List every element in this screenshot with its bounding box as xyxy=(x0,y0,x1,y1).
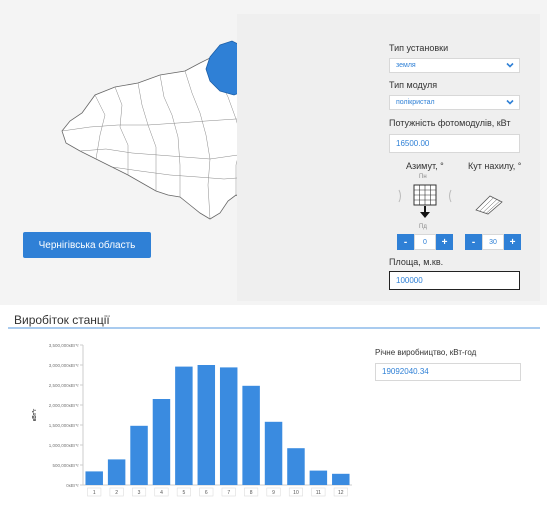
y-tick-label: 3,000,000кВт*г xyxy=(49,363,80,368)
compass-north-label: Пн xyxy=(419,174,427,180)
install-type-value: земля xyxy=(396,62,416,69)
x-tick-label: 4 xyxy=(160,490,163,496)
tilt-plus-button[interactable]: + xyxy=(504,234,521,250)
bar-month-12[interactable] xyxy=(332,473,350,485)
area-input[interactable]: 100000 xyxy=(389,271,520,290)
production-section-title: Виробіток станції xyxy=(14,313,110,327)
annual-production-value[interactable]: 19092040.34 xyxy=(375,363,521,381)
bar-month-7[interactable] xyxy=(219,367,238,485)
chevron-down-icon xyxy=(506,99,514,105)
x-tick-label: 7 xyxy=(227,490,230,496)
x-tick-label: 5 xyxy=(182,490,185,496)
module-type-value: полікристал xyxy=(396,99,435,106)
y-axis-label: кВт*г xyxy=(32,409,38,422)
tilt-label: Кут нахилу, ° xyxy=(468,161,522,171)
power-label: Потужність фотомодулів, кВт xyxy=(389,118,511,128)
y-tick-label: 1,500,000кВт*г xyxy=(49,423,80,428)
bar-month-8[interactable] xyxy=(242,385,260,485)
tilt-value[interactable]: 30 xyxy=(482,234,504,250)
x-tick-label: 12 xyxy=(338,490,344,496)
production-chart: 0кВт*г 500,000кВт*г 1,000,000кВт*г 1,500,00… xyxy=(30,339,355,502)
y-tick-label: 0кВт*г xyxy=(66,483,79,488)
x-tick-label: 9 xyxy=(272,490,275,496)
bar-month-5[interactable] xyxy=(175,366,193,485)
bar-month-2[interactable] xyxy=(107,459,126,485)
bar-month-11[interactable] xyxy=(309,470,328,485)
azimuth-value[interactable]: 0 xyxy=(414,234,436,250)
bar-month-10[interactable] xyxy=(287,448,305,485)
compass-south-label: Пд xyxy=(419,224,427,230)
y-tick-label: 3,500,000кВт*г xyxy=(49,343,80,348)
bar-month-6[interactable] xyxy=(197,365,216,485)
y-tick-label: 2,000,000кВт*г xyxy=(49,403,80,408)
solar-panel-icon xyxy=(398,184,452,218)
install-type-select[interactable]: земля xyxy=(389,58,520,73)
tilted-panel-icon xyxy=(475,195,503,215)
x-tick-label: 10 xyxy=(293,490,299,496)
power-input[interactable]: 16500.00 xyxy=(389,134,520,153)
y-tick-label: 500,000кВт*г xyxy=(52,463,79,468)
module-type-select[interactable]: полікристал xyxy=(389,95,520,110)
tilt-stepper: - 30 + xyxy=(465,234,521,250)
x-tick-label: 8 xyxy=(250,490,253,496)
azimuth-stepper: - 0 + xyxy=(397,234,453,250)
azimuth-compass[interactable]: Пн Пд xyxy=(397,174,453,232)
x-tick-label: 6 xyxy=(205,490,208,496)
bar-month-4[interactable] xyxy=(152,399,171,485)
section-divider xyxy=(8,327,540,329)
y-tick-label: 2,500,000кВт*г xyxy=(49,383,80,388)
x-tick-label: 11 xyxy=(316,490,321,496)
bar-month-3[interactable] xyxy=(130,425,148,485)
x-tick-label: 3 xyxy=(138,490,141,496)
y-tick-label: 1,000,000кВт*г xyxy=(49,443,80,448)
x-tick-label: 1 xyxy=(93,490,96,496)
install-type-label: Тип установки xyxy=(389,43,449,53)
bar-month-1[interactable] xyxy=(85,471,103,485)
selected-region-button[interactable]: Чернігівська область xyxy=(23,232,151,258)
tilt-minus-button[interactable]: - xyxy=(465,234,482,250)
area-label: Площа, м.кв. xyxy=(389,257,444,267)
chevron-down-icon xyxy=(506,62,514,68)
azimuth-minus-button[interactable]: - xyxy=(397,234,414,250)
x-tick-label: 2 xyxy=(115,490,118,496)
annual-production-label: Річне виробництво, кВт-год xyxy=(375,348,477,357)
module-type-label: Тип модуля xyxy=(389,80,438,90)
bar-month-9[interactable] xyxy=(264,421,283,485)
azimuth-label: Азимут, ° xyxy=(406,161,444,171)
azimuth-plus-button[interactable]: + xyxy=(436,234,453,250)
